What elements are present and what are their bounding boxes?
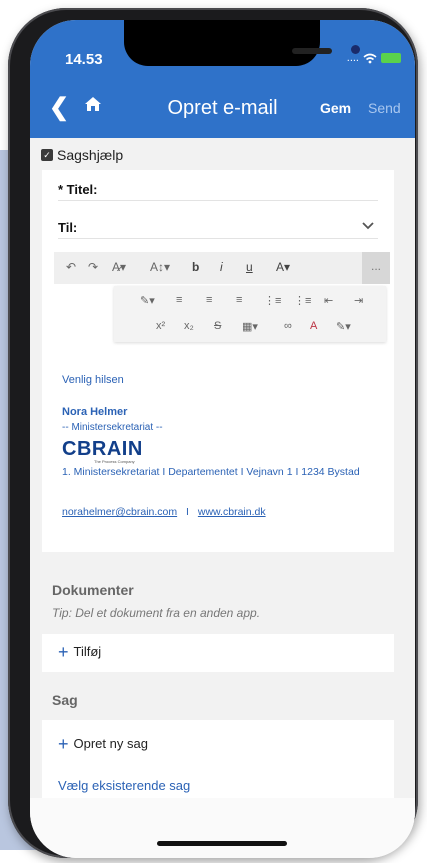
titel-field[interactable]: * Titel:	[58, 170, 378, 201]
email-form-card: * Titel: Til: ↶ ↷ A̷▾ A↕▾ b i u A▾ ... ✎…	[42, 170, 394, 552]
bottom-area	[30, 798, 415, 858]
editor-toolbar: ↶ ↷ A̷▾ A↕▾ b i u A▾ ...	[54, 252, 390, 284]
indent-icon[interactable]: ⇥	[354, 294, 363, 307]
opret-ny-sag-label: Opret ny sag	[73, 736, 148, 751]
signal-dots: ....	[346, 52, 359, 64]
line-height-icon[interactable]: A↕▾	[150, 260, 170, 274]
underline-button[interactable]: u	[246, 260, 253, 274]
notch	[124, 20, 360, 66]
outdent-icon[interactable]: ⇤	[324, 294, 333, 307]
dokumenter-tip: Tip: Del et dokument fra en anden app.	[52, 606, 261, 620]
chevron-down-icon[interactable]	[362, 222, 374, 230]
titel-label: * Titel:	[58, 182, 98, 197]
italic-button[interactable]: i	[220, 260, 223, 274]
bold-button[interactable]: b	[192, 260, 199, 274]
status-icons: ....	[347, 52, 401, 64]
opret-ny-sag-button[interactable]: + Opret ny sag	[58, 733, 148, 754]
signature-department: -- Ministersekretariat --	[62, 422, 163, 433]
speaker	[292, 48, 332, 54]
redo-icon[interactable]: ↷	[88, 260, 98, 274]
tilfoej-button[interactable]: + Tilføj	[58, 641, 102, 662]
website-link[interactable]: www.cbrain.dk	[198, 506, 266, 518]
nav-bar: ❮ Opret e-mail Gem Send	[30, 88, 415, 128]
clear-format-icon[interactable]: A	[310, 320, 317, 332]
signature-name: Nora Helmer	[62, 406, 128, 418]
highlight-icon[interactable]: ✎▾	[140, 294, 155, 307]
bullet-list-icon[interactable]: ⋮≡	[294, 294, 311, 307]
til-field[interactable]: Til:	[58, 208, 378, 239]
text-color-button[interactable]: A▾	[276, 260, 290, 274]
link-separator: I	[186, 506, 189, 518]
plus-icon: +	[58, 641, 69, 662]
tilfoej-label: Tilføj	[73, 644, 102, 659]
undo-icon[interactable]: ↶	[66, 260, 76, 274]
checkbox-checked-icon[interactable]: ✓	[41, 149, 53, 161]
sagshjaelp-toggle[interactable]: ✓ Sagshjælp	[41, 147, 123, 163]
app-header: 14.53 .... ❮ Opret e-mail Gem Send	[30, 20, 415, 138]
page-title: Opret e-mail	[167, 97, 278, 119]
sagshjaelp-label: Sagshjælp	[57, 147, 124, 163]
numbered-list-icon[interactable]: ⋮≡	[264, 294, 281, 307]
cbrain-logo: CBRAIN The Process Company	[62, 438, 143, 464]
align-left-icon[interactable]: ≡	[176, 294, 182, 306]
vaelg-eksisterende-sag-link[interactable]: Vælg eksisterende sag	[58, 778, 190, 793]
subscript-icon[interactable]: x₂	[184, 320, 194, 332]
wifi-icon	[363, 53, 377, 63]
font-size-icon[interactable]: A̷▾	[112, 260, 126, 274]
phone-screen: 14.53 .... ❮ Opret e-mail Gem Send ✓ Sag…	[30, 20, 415, 858]
strikethrough-icon[interactable]: S	[214, 320, 221, 332]
status-time: 14.53	[65, 51, 103, 68]
signature-links: norahelmer@cbrain.com I www.cbrain.dk	[62, 506, 266, 518]
home-indicator[interactable]	[157, 841, 287, 846]
more-icon[interactable]: ...	[362, 252, 390, 284]
gem-button[interactable]: Gem	[320, 100, 351, 116]
sag-heading: Sag	[52, 692, 78, 708]
send-button[interactable]: Send	[368, 100, 401, 116]
link-icon[interactable]: ∞	[284, 320, 292, 332]
til-label: Til:	[58, 220, 78, 235]
signature-greeting: Venlig hilsen	[62, 374, 124, 386]
edit-icon[interactable]: ✎▾	[336, 320, 351, 333]
email-link[interactable]: norahelmer@cbrain.com	[62, 506, 177, 518]
plus-icon: +	[58, 733, 69, 754]
main-content: ✓ Sagshjælp * Titel: Til: ↶ ↷ A̷▾ A↕▾ b …	[30, 138, 415, 858]
dokumenter-heading: Dokumenter	[52, 582, 134, 598]
table-icon[interactable]: ▦▾	[242, 320, 258, 333]
phone-frame: 14.53 .... ❮ Opret e-mail Gem Send ✓ Sag…	[8, 8, 418, 858]
superscript-icon[interactable]: x²	[156, 320, 165, 332]
editor-toolbar-expanded: ✎▾ ≡ ≡ ≡ ⋮≡ ⋮≡ ⇤ ⇥ x² x₂ S ▦▾ ∞ A ✎▾	[114, 286, 386, 342]
signature-address: 1. Ministersekretariat I Departementet I…	[62, 466, 360, 478]
dokumenter-card: + Tilføj	[42, 634, 394, 672]
align-center-icon[interactable]: ≡	[206, 294, 212, 306]
align-right-icon[interactable]: ≡	[236, 294, 242, 306]
battery-charging-icon	[381, 53, 401, 63]
logo-text: CBRAIN	[62, 438, 143, 460]
